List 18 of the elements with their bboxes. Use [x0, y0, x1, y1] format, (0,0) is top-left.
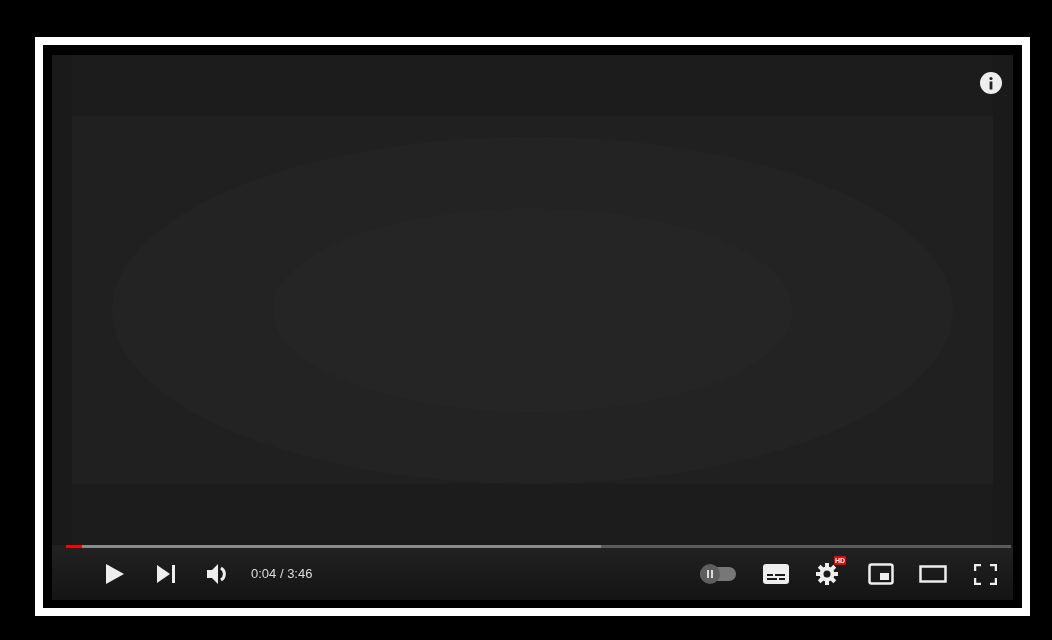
fullscreen-icon [974, 563, 997, 585]
next-button[interactable] [157, 565, 176, 583]
settings-icon [816, 563, 838, 585]
volume-icon [207, 564, 229, 584]
theater-mode-button[interactable] [919, 565, 947, 583]
theater-mode-icon [919, 565, 947, 583]
subtitles-button[interactable] [763, 564, 789, 584]
volume-button[interactable] [207, 564, 229, 584]
miniplayer-icon [868, 563, 894, 585]
skip-next-icon [157, 565, 176, 583]
info-icon[interactable] [980, 72, 1002, 94]
miniplayer-button[interactable] [868, 563, 894, 585]
video-time: 0:04 / 3:46 [251, 565, 313, 584]
subtitles-icon [763, 564, 789, 584]
autoplay-toggle[interactable] [700, 567, 736, 581]
play-icon [106, 564, 124, 584]
play-button[interactable] [106, 564, 124, 584]
fullscreen-button[interactable] [974, 563, 997, 585]
